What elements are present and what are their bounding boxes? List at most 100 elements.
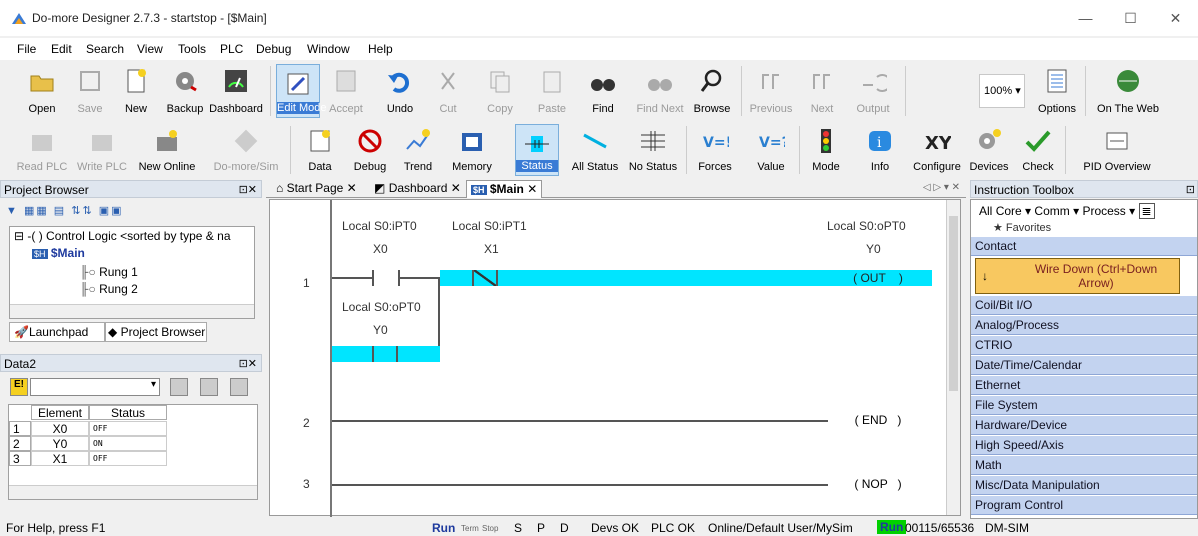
save-button[interactable]: Save (65, 62, 115, 120)
favorites-item[interactable]: ★ Favorites (993, 221, 1051, 234)
filter-core[interactable]: Core ▾ (996, 204, 1031, 218)
trend-button[interactable]: Trend (396, 122, 440, 178)
ladder-vscrollbar[interactable] (946, 200, 960, 515)
tree-item-control-logic[interactable]: ⊟ -( ) Control Logic <sorted by type & n… (14, 229, 231, 243)
find-button[interactable]: Find (578, 62, 628, 120)
menu-debug[interactable]: Debug (256, 42, 291, 56)
check-button[interactable]: Check (1016, 122, 1060, 178)
forces-button[interactable]: V=!Forces (692, 122, 738, 178)
undo-button[interactable]: Undo (375, 62, 425, 120)
zoom-select[interactable]: 100% ▾ (979, 74, 1025, 108)
element-icon[interactable]: E! (10, 378, 28, 396)
menu-edit[interactable]: Edit (51, 42, 72, 56)
on-the-web-button[interactable]: On The Web (1088, 62, 1168, 120)
debug-button[interactable]: Debug (346, 122, 394, 178)
tree-item-main[interactable]: $H $Main (32, 246, 85, 260)
memory-button[interactable]: Memory (446, 122, 498, 178)
close-icon[interactable]: ✕ (347, 181, 357, 195)
mode-button[interactable]: Mode (804, 122, 848, 178)
toolbox-category[interactable]: Coil/Bit I/O (971, 296, 1197, 315)
accept-button[interactable]: Accept (321, 62, 371, 120)
menu-file[interactable]: File (17, 42, 36, 56)
menu-tools[interactable]: Tools (178, 42, 206, 56)
tree-item-rung-2[interactable]: ╟○ Rung 2 (80, 282, 138, 296)
menu-search[interactable]: Search (86, 42, 124, 56)
grid-hscrollbar[interactable] (9, 485, 257, 499)
cell-element[interactable]: Y0 (31, 436, 89, 451)
toolbox-category[interactable]: Date/Time/Calendar (971, 356, 1197, 375)
cell-status[interactable]: ON (89, 436, 167, 451)
no-status-button[interactable]: No Status (625, 122, 681, 178)
previous-button[interactable]: Previous (742, 62, 800, 120)
minimize-button[interactable]: — (1063, 0, 1108, 36)
toolbox-category[interactable]: Ethernet (971, 376, 1197, 395)
tab-nav-icons[interactable]: ◁ ▷ ▾ ✕ (923, 182, 960, 193)
value-button[interactable]: V=?Value (748, 122, 794, 178)
simulator-button[interactable]: Do-more/Sim (204, 122, 288, 178)
cut-button[interactable]: Cut (423, 62, 473, 120)
tab-start-page[interactable]: ⌂ Start Page ✕ (276, 181, 357, 195)
column-header-element[interactable]: Element (31, 405, 89, 420)
scroll-thumb[interactable] (949, 216, 958, 391)
out-coil[interactable]: ( OUT ) (827, 268, 929, 288)
tree-item-rung-1[interactable]: ╟○ Rung 1 (80, 265, 138, 279)
devices-button[interactable]: Devices (964, 122, 1014, 178)
column-header-status[interactable]: Status (89, 405, 167, 420)
toolbox-category[interactable]: Math (971, 456, 1197, 475)
pin-close-icon[interactable]: ⊡✕ (239, 181, 257, 199)
menu-plc[interactable]: PLC (220, 42, 243, 56)
open-button[interactable]: Open (14, 62, 70, 120)
tab-dashboard[interactable]: ◩ Dashboard ✕ (374, 181, 461, 195)
view-button-2[interactable] (200, 378, 218, 396)
pid-overview-button[interactable]: PID Overview (1072, 122, 1162, 178)
close-icon[interactable]: ✕ (527, 182, 537, 196)
data-button[interactable]: Data (298, 122, 342, 178)
all-status-button[interactable]: All Status (568, 122, 622, 178)
filter-all[interactable]: All (979, 204, 992, 218)
toolbox-category[interactable]: Misc/Data Manipulation (971, 476, 1197, 495)
read-plc-button[interactable]: Read PLC (14, 122, 70, 178)
new-button[interactable]: New (111, 62, 161, 120)
edit-mode-button[interactable]: Edit Mode (276, 64, 327, 118)
tab-launchpad[interactable]: 🚀Launchpad (9, 322, 105, 342)
write-plc-button[interactable]: Write PLC (72, 122, 132, 178)
toolbox-category[interactable]: Analog/Process (971, 316, 1197, 335)
element-select[interactable]: ▾ (30, 378, 160, 396)
cell-status[interactable]: OFF (89, 451, 167, 466)
status-button[interactable]: Status (515, 124, 559, 176)
maximize-button[interactable]: ☐ (1108, 0, 1153, 36)
list-view-icon[interactable]: ≣ (1138, 203, 1155, 219)
filter-comm[interactable]: Comm ▾ (1034, 204, 1079, 218)
output-button[interactable]: Output (845, 62, 901, 120)
toolbox-category[interactable]: File System (971, 396, 1197, 415)
tab-main[interactable]: $H $Main ✕ (466, 180, 543, 198)
dashboard-button[interactable]: Dashboard (205, 62, 267, 120)
tab-project-browser[interactable]: ◆ Project Browser (105, 322, 207, 342)
view-button-3[interactable] (230, 378, 248, 396)
view-button-1[interactable] (170, 378, 188, 396)
options-button[interactable]: Options (1028, 62, 1086, 120)
nc-contact-x1[interactable] (472, 270, 498, 286)
close-icon[interactable]: ✕ (451, 181, 461, 195)
tree-hscrollbar[interactable] (10, 304, 254, 318)
find-next-button[interactable]: Find Next (632, 62, 688, 120)
menu-view[interactable]: View (137, 42, 163, 56)
toolbox-category[interactable]: Hardware/Device (971, 416, 1197, 435)
cell-element[interactable]: X0 (31, 421, 89, 436)
toolbox-category[interactable]: CTRIO (971, 336, 1197, 355)
menu-help[interactable]: Help (368, 42, 393, 56)
configure-button[interactable]: XY Configure (908, 122, 966, 178)
toolbox-category[interactable]: Program Control (971, 496, 1197, 515)
toolbox-category[interactable]: High Speed/Axis (971, 436, 1197, 455)
next-button[interactable]: Next (797, 62, 847, 120)
end-coil[interactable]: ( END ) (827, 410, 929, 430)
filter-icons[interactable]: ▼ ▦▦ ▤ ⇅⇅ ▣▣ (6, 204, 156, 220)
browse-button[interactable]: Browse (686, 62, 738, 120)
close-button[interactable]: ✕ (1153, 0, 1198, 36)
cell-status[interactable]: OFF (89, 421, 167, 436)
wire-down-item[interactable]: ↓ Wire Down (Ctrl+Down Arrow) (975, 258, 1180, 294)
nop-coil[interactable]: ( NOP ) (827, 474, 929, 494)
paste-button[interactable]: Paste (527, 62, 577, 120)
toolbox-category[interactable]: Contact (971, 237, 1197, 256)
new-online-button[interactable]: New Online (132, 122, 202, 178)
